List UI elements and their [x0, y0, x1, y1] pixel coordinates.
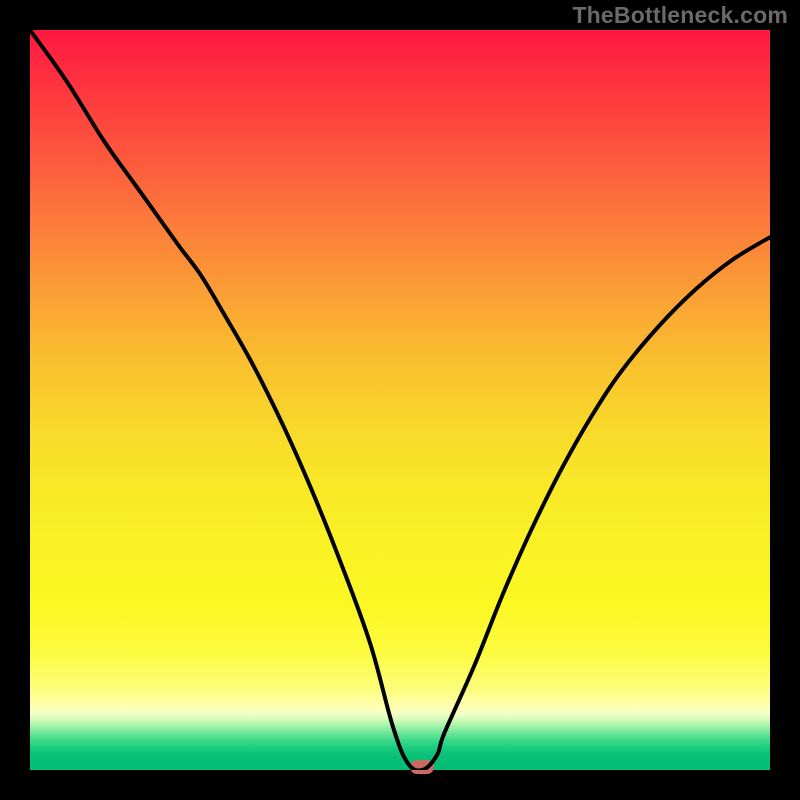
chart-stage: TheBottleneck.com — [0, 0, 800, 800]
plot-area — [30, 30, 770, 770]
watermark-text: TheBottleneck.com — [572, 2, 788, 29]
bottleneck-curve — [30, 30, 770, 770]
curve-layer — [30, 30, 770, 770]
